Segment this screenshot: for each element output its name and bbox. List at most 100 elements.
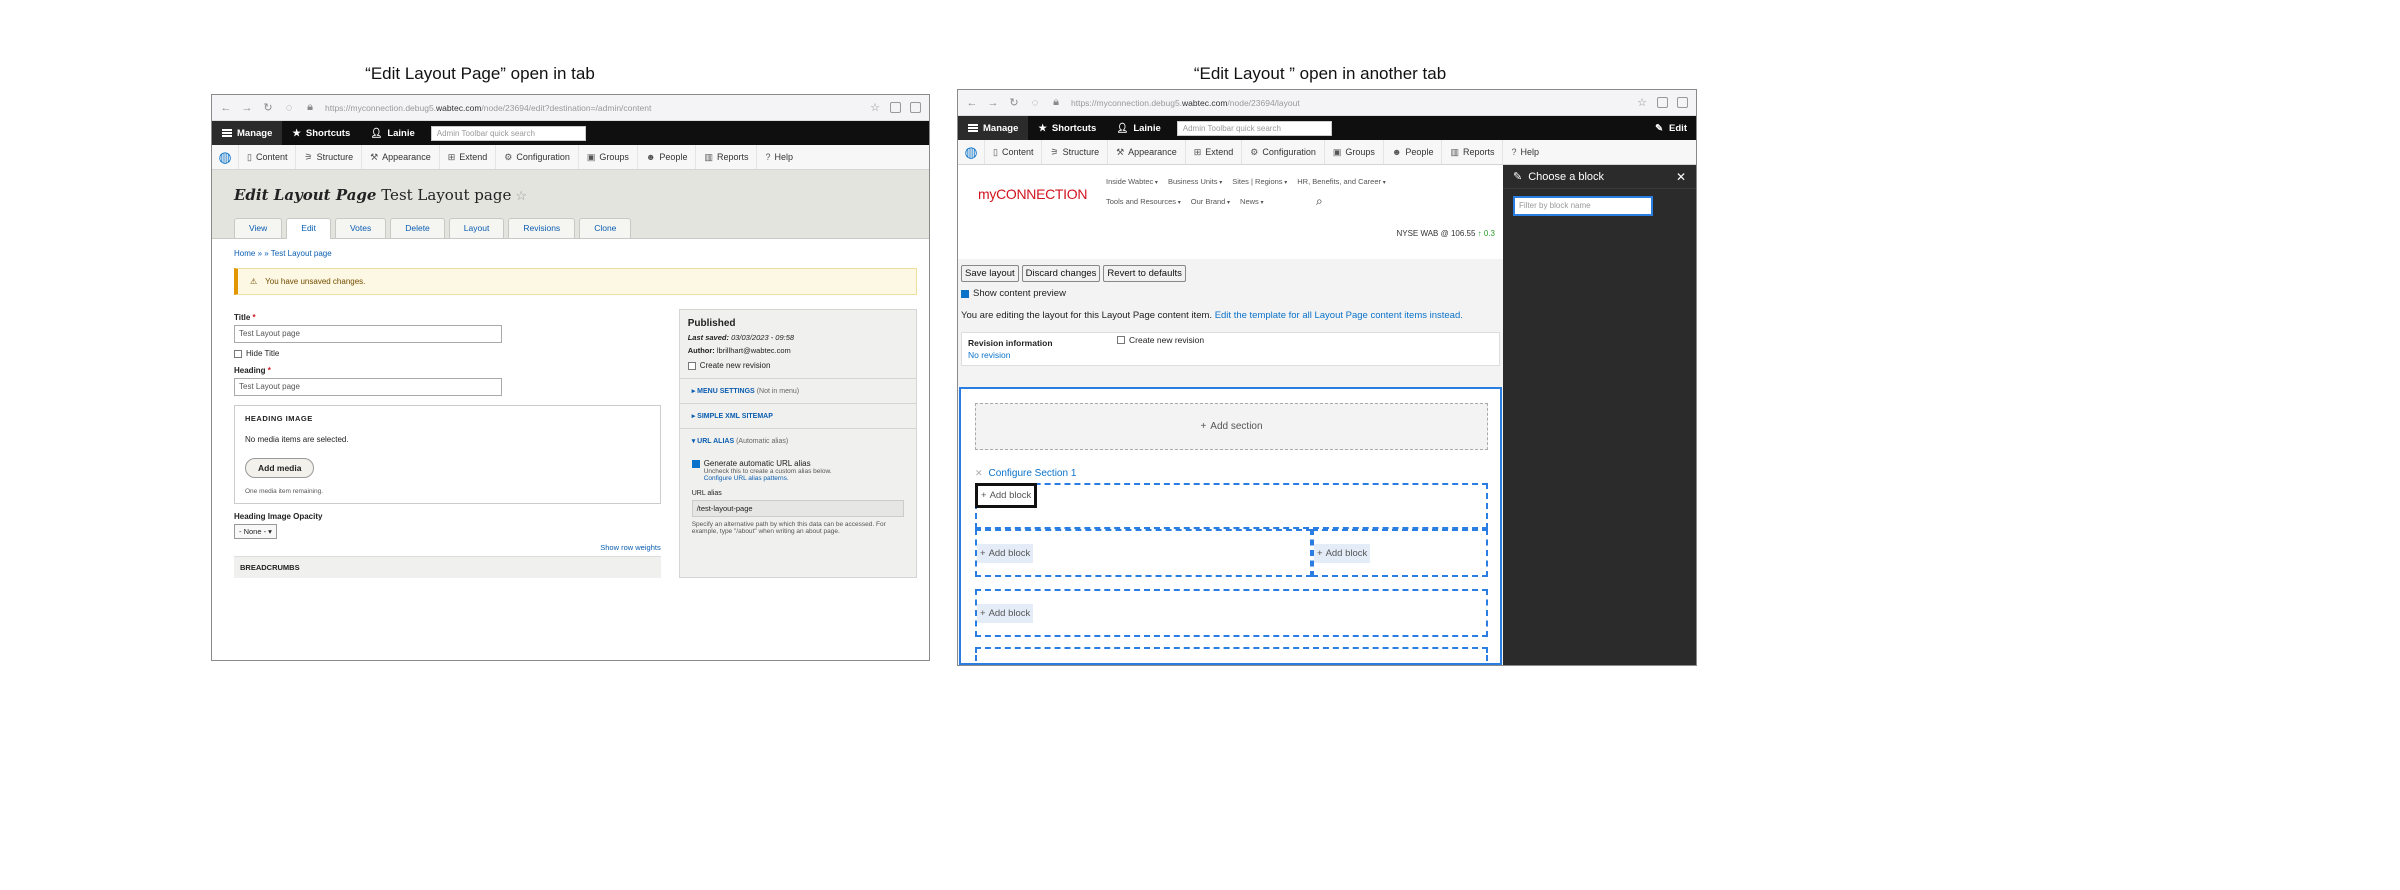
drupal-logo-icon[interactable]: ◍ bbox=[958, 143, 984, 161]
menu-extend[interactable]: ⊞ Extend bbox=[438, 145, 496, 169]
xml-sitemap-toggle[interactable]: ▸ SIMPLE XML SITEMAP bbox=[679, 403, 916, 428]
menu-settings-toggle[interactable]: ▸ MENU SETTINGS (Not in menu) bbox=[679, 378, 916, 403]
toolbar-search-input[interactable]: Admin Toolbar quick search bbox=[430, 125, 586, 141]
search-icon[interactable]: ⌕ bbox=[1316, 194, 1323, 209]
alias-input[interactable]: /test-layout-page bbox=[691, 500, 904, 517]
opacity-select[interactable]: - None - ▾ bbox=[234, 524, 277, 539]
discard-changes-button[interactable]: Discard changes bbox=[1021, 265, 1101, 282]
bookmark-star-icon[interactable]: ☆ bbox=[1636, 96, 1648, 109]
manage-button[interactable]: Manage bbox=[212, 121, 283, 145]
reload-icon[interactable]: ↻ bbox=[1008, 96, 1020, 109]
bookmark-star-icon[interactable]: ☆ bbox=[869, 101, 881, 114]
menu-help[interactable]: ? Help bbox=[1502, 140, 1547, 164]
add-block-button[interactable]: + Add block bbox=[975, 483, 1038, 508]
tab-votes[interactable]: Votes bbox=[334, 218, 387, 238]
manage-button[interactable]: Manage bbox=[958, 116, 1029, 140]
back-icon[interactable]: ← bbox=[220, 102, 232, 114]
user-button[interactable]: 👤︎ Lainie bbox=[360, 121, 425, 145]
toolbar-search-input[interactable]: Admin Toolbar quick search bbox=[1176, 120, 1332, 136]
add-media-button[interactable]: Add media bbox=[245, 458, 315, 478]
tab-edit[interactable]: Edit bbox=[286, 218, 331, 239]
menu-icon bbox=[222, 129, 232, 137]
back-icon[interactable]: ← bbox=[966, 97, 978, 109]
tab-delete[interactable]: Delete bbox=[390, 218, 445, 238]
menu-content[interactable]: ▯ Content bbox=[984, 140, 1041, 164]
nav-our-brand[interactable]: Our Brand bbox=[1191, 197, 1230, 206]
revision-info-title[interactable]: Revision information bbox=[968, 338, 1053, 348]
url-alias-toggle[interactable]: ▾ URL ALIAS (Automatic alias) bbox=[679, 428, 916, 453]
tab-layout[interactable]: Layout bbox=[448, 218, 505, 238]
menu-people[interactable]: ☻ People bbox=[1382, 140, 1442, 164]
page-icon: ▯ bbox=[993, 146, 998, 157]
forward-icon[interactable]: → bbox=[987, 97, 999, 109]
region-3 bbox=[975, 589, 1488, 637]
menu-people[interactable]: ☻ People bbox=[636, 145, 696, 169]
menu-configuration[interactable]: ⚙ Configuration bbox=[495, 145, 578, 169]
tab-view[interactable]: View bbox=[234, 218, 283, 238]
menu-structure[interactable]: ⚞ Structure bbox=[295, 145, 361, 169]
new-revision-checkbox[interactable]: Create new revision bbox=[687, 361, 908, 370]
edit-template-link[interactable]: Edit the template for all Layout Page co… bbox=[1215, 310, 1463, 321]
breadcrumb[interactable]: Home » » Test Layout page bbox=[212, 239, 929, 258]
bar-chart-icon: ▥ bbox=[704, 151, 713, 162]
nav-business-units[interactable]: Business Units bbox=[1168, 177, 1222, 186]
revert-defaults-button[interactable]: Revert to defaults bbox=[1103, 265, 1186, 282]
remove-section-icon[interactable]: ✕ bbox=[975, 468, 983, 479]
title-input[interactable]: Test Layout page bbox=[234, 325, 502, 343]
breadcrumbs-section[interactable]: BREADCRUMBS bbox=[234, 556, 661, 578]
admin-menu: ◍ ▯ Content ⚞ Structure ⚒ Appearance ⊞ Exten… bbox=[958, 140, 1696, 165]
shortcuts-button[interactable]: ★ Shortcuts bbox=[1028, 116, 1106, 140]
favorite-star-icon[interactable]: ☆ bbox=[515, 189, 527, 204]
menu-appearance[interactable]: ⚒ Appearance bbox=[361, 145, 439, 169]
hide-title-checkbox[interactable]: Hide Title bbox=[234, 349, 661, 358]
extensions-icon[interactable] bbox=[910, 102, 921, 113]
menu-groups[interactable]: ▣ Groups bbox=[577, 145, 637, 169]
add-block-button[interactable]: + Add block bbox=[977, 604, 1034, 623]
menu-structure[interactable]: ⚞ Structure bbox=[1041, 140, 1107, 164]
menu-configuration[interactable]: ⚙ Configuration bbox=[1241, 140, 1324, 164]
configure-section-link[interactable]: Configure Section 1 bbox=[989, 468, 1077, 479]
site-logo[interactable]: myCONNECTION bbox=[978, 186, 1087, 202]
extensions-icon[interactable] bbox=[1677, 97, 1688, 108]
opacity-label: Heading Image Opacity bbox=[234, 512, 323, 521]
nav-sites-regions[interactable]: Sites | Regions bbox=[1232, 177, 1287, 186]
menu-extend[interactable]: ⊞ Extend bbox=[1184, 140, 1242, 164]
menu-content[interactable]: ▯ Content bbox=[238, 145, 295, 169]
reload-icon[interactable]: ↻ bbox=[262, 101, 274, 114]
nav-tools-resources[interactable]: Tools and Resources bbox=[1106, 197, 1181, 206]
url-field[interactable]: https://myconnection.debug5.wabtec.com/n… bbox=[1071, 98, 1627, 108]
heading-input[interactable]: Test Layout page bbox=[234, 378, 502, 396]
close-icon[interactable]: ✕ bbox=[1676, 170, 1686, 184]
forward-icon[interactable]: → bbox=[241, 102, 253, 114]
generate-alias-checkbox[interactable]: Generate automatic URL alias bbox=[691, 459, 904, 468]
tab-revisions[interactable]: Revisions bbox=[508, 218, 576, 238]
tab-clone[interactable]: Clone bbox=[579, 218, 632, 238]
add-block-button[interactable]: + Add block bbox=[1314, 544, 1371, 563]
url-field[interactable]: https://myconnection.debug5.wabtec.com/n… bbox=[325, 103, 860, 113]
edit-toggle-button[interactable]: Edit bbox=[1669, 123, 1687, 134]
nav-inside-wabtec[interactable]: Inside Wabtec bbox=[1106, 177, 1158, 186]
nav-news[interactable]: News bbox=[1240, 197, 1263, 206]
user-button[interactable]: 👤︎ Lainie bbox=[1106, 116, 1171, 140]
add-section-button[interactable]: + Add section bbox=[975, 403, 1488, 450]
menu-appearance[interactable]: ⚒ Appearance bbox=[1107, 140, 1185, 164]
menu-help[interactable]: ? Help bbox=[756, 145, 801, 169]
content-preview-checkbox[interactable]: Show content preview bbox=[958, 285, 1503, 299]
pocket-icon[interactable] bbox=[1657, 97, 1668, 108]
pocket-icon[interactable] bbox=[890, 102, 901, 113]
show-row-weights-link[interactable]: Show row weights bbox=[234, 543, 660, 552]
nav-hr-benefits[interactable]: HR, Benefits, and Career bbox=[1297, 177, 1385, 186]
block-filter-input[interactable]: Filter by block name bbox=[1513, 196, 1653, 216]
configure-patterns-link[interactable]: Configure URL alias patterns. bbox=[704, 475, 904, 482]
create-revision-checkbox[interactable]: Create new revision bbox=[1117, 335, 1204, 345]
add-block-button[interactable]: + Add block bbox=[977, 544, 1034, 563]
structure-icon: ⚞ bbox=[1050, 146, 1059, 157]
drupal-logo-icon[interactable]: ◍ bbox=[212, 148, 238, 166]
shield-icon: ◌ bbox=[285, 101, 293, 114]
save-layout-button[interactable]: Save layout bbox=[961, 265, 1019, 282]
shortcuts-button[interactable]: ★ Shortcuts bbox=[282, 121, 360, 145]
menu-reports[interactable]: ▥ Reports bbox=[695, 145, 756, 169]
main-form: Title * Test Layout page Hide Title Head… bbox=[234, 305, 661, 578]
menu-reports[interactable]: ▥ Reports bbox=[1441, 140, 1502, 164]
menu-groups[interactable]: ▣ Groups bbox=[1323, 140, 1383, 164]
